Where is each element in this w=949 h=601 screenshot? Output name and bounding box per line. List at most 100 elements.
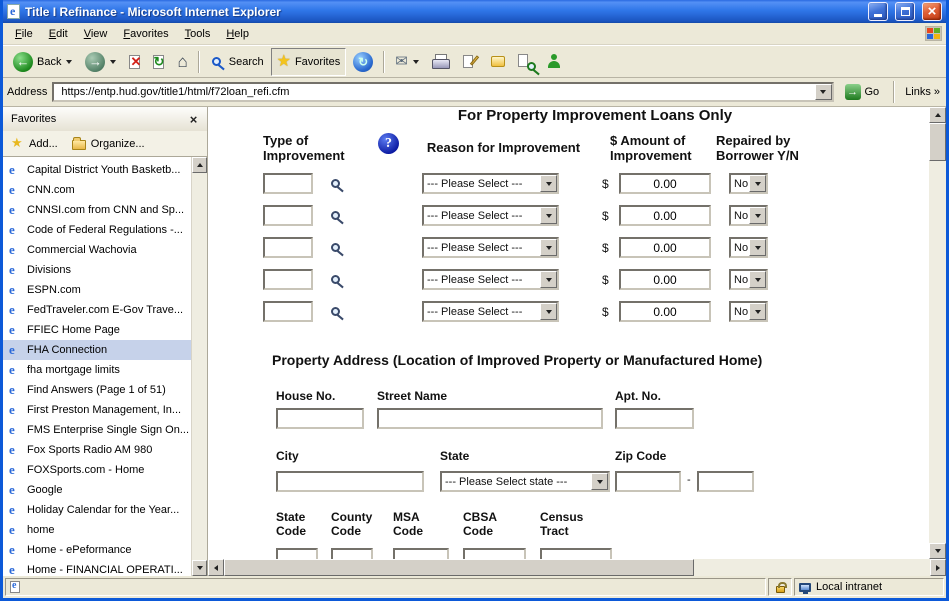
- chevron-down-icon[interactable]: [540, 303, 557, 320]
- scroll-up-button[interactable]: [929, 107, 946, 123]
- amount-input[interactable]: [619, 173, 711, 194]
- lookup-button[interactable]: [328, 270, 348, 290]
- amount-input[interactable]: [619, 301, 711, 322]
- repaired-select[interactable]: No: [729, 237, 768, 258]
- links-chevron[interactable]: »: [934, 86, 940, 98]
- research-button[interactable]: [512, 48, 540, 76]
- favorites-button[interactable]: Favorites: [271, 48, 347, 76]
- history-button[interactable]: [347, 48, 379, 76]
- stop-button[interactable]: [123, 48, 146, 76]
- reason-select[interactable]: --- Please Select ---: [422, 269, 559, 290]
- msa-code-input[interactable]: [393, 548, 449, 559]
- favorite-item[interactable]: Holiday Calendar for the Year...: [3, 500, 191, 520]
- help-icon[interactable]: [378, 133, 399, 154]
- address-input[interactable]: https://entp.hud.gov/title1/html/f72loan…: [52, 82, 833, 102]
- type-of-improvement-input[interactable]: [263, 269, 313, 290]
- minimize-button[interactable]: [868, 2, 888, 21]
- amount-input[interactable]: [619, 269, 711, 290]
- address-url[interactable]: https://entp.hud.gov/title1/html/f72loan…: [61, 86, 810, 98]
- favorite-item[interactable]: FedTraveler.com E-Gov Trave...: [3, 300, 191, 320]
- favorites-close-button[interactable]: [185, 111, 202, 127]
- chevron-down-icon[interactable]: [749, 239, 766, 256]
- go-button[interactable]: Go: [839, 78, 886, 106]
- favorite-item[interactable]: Find Answers (Page 1 of 51): [3, 380, 191, 400]
- menu-file[interactable]: File: [7, 25, 41, 43]
- forward-button[interactable]: [79, 48, 122, 76]
- favorite-item[interactable]: Google: [3, 480, 191, 500]
- repaired-select[interactable]: No: [729, 205, 768, 226]
- favorite-item[interactable]: Fox Sports Radio AM 980: [3, 440, 191, 460]
- chevron-down-icon[interactable]: [749, 207, 766, 224]
- vertical-scroll-thumb[interactable]: [929, 123, 946, 161]
- favorite-item-selected[interactable]: FHA Connection: [3, 340, 191, 360]
- search-button[interactable]: Search: [204, 48, 270, 76]
- reason-select[interactable]: --- Please Select ---: [422, 205, 559, 226]
- house-no-input[interactable]: [276, 408, 364, 429]
- favorite-item[interactable]: FOXSports.com - Home: [3, 460, 191, 480]
- mail-dropdown-icon[interactable]: [413, 60, 419, 64]
- amount-input[interactable]: [619, 205, 711, 226]
- type-of-improvement-input[interactable]: [263, 173, 313, 194]
- favorite-item[interactable]: Commercial Wachovia: [3, 240, 191, 260]
- favorite-item[interactable]: Capital District Youth Basketb...: [3, 160, 191, 180]
- favorite-item[interactable]: CNNSI.com from CNN and Sp...: [3, 200, 191, 220]
- lookup-button[interactable]: [328, 238, 348, 258]
- street-name-input[interactable]: [377, 408, 603, 429]
- lookup-button[interactable]: [328, 302, 348, 322]
- type-of-improvement-input[interactable]: [263, 205, 313, 226]
- reason-select[interactable]: --- Please Select ---: [422, 301, 559, 322]
- zip-code-input[interactable]: [615, 471, 681, 492]
- repaired-select[interactable]: No: [729, 173, 768, 194]
- horizontal-scrollbar[interactable]: [208, 559, 946, 576]
- amount-input[interactable]: [619, 237, 711, 258]
- address-dropdown-button[interactable]: [815, 84, 832, 100]
- chevron-down-icon[interactable]: [749, 271, 766, 288]
- menu-tools[interactable]: Tools: [177, 25, 219, 43]
- favorite-item[interactable]: First Preston Management, In...: [3, 400, 191, 420]
- chevron-down-icon[interactable]: [749, 175, 766, 192]
- city-input[interactable]: [276, 471, 424, 492]
- favorite-item[interactable]: ESPN.com: [3, 280, 191, 300]
- scroll-right-button[interactable]: [930, 559, 946, 576]
- vertical-scroll-track[interactable]: [929, 161, 946, 543]
- favorite-item[interactable]: FMS Enterprise Single Sign On...: [3, 420, 191, 440]
- chevron-down-icon[interactable]: [749, 303, 766, 320]
- back-dropdown-icon[interactable]: [66, 60, 72, 64]
- menu-view[interactable]: View: [76, 25, 116, 43]
- favorite-item[interactable]: Home - ePeformance: [3, 540, 191, 560]
- apt-no-input[interactable]: [615, 408, 694, 429]
- census-tract-input[interactable]: [540, 548, 612, 559]
- refresh-button[interactable]: [147, 48, 170, 76]
- organize-favorites-button[interactable]: Organize...: [72, 137, 145, 150]
- scroll-up-button[interactable]: [192, 157, 207, 173]
- discuss-button[interactable]: [485, 48, 511, 76]
- state-select[interactable]: --- Please Select state ---: [440, 471, 610, 492]
- favorite-item[interactable]: fha mortgage limits: [3, 360, 191, 380]
- chevron-down-icon[interactable]: [540, 271, 557, 288]
- mail-button[interactable]: [389, 48, 425, 76]
- menu-edit[interactable]: Edit: [41, 25, 76, 43]
- favorite-item[interactable]: FFIEC Home Page: [3, 320, 191, 340]
- scroll-down-button[interactable]: [192, 560, 207, 576]
- scroll-left-button[interactable]: [208, 559, 224, 576]
- links-bar[interactable]: Links »: [903, 86, 942, 98]
- favorite-item[interactable]: CNN.com: [3, 180, 191, 200]
- repaired-select[interactable]: No: [729, 301, 768, 322]
- close-button[interactable]: [922, 2, 942, 21]
- favorite-item[interactable]: Home - FINANCIAL OPERATI...: [3, 560, 191, 576]
- repaired-select[interactable]: No: [729, 269, 768, 290]
- vertical-scrollbar[interactable]: [929, 107, 946, 559]
- reason-select[interactable]: --- Please Select ---: [422, 173, 559, 194]
- horizontal-scroll-thumb[interactable]: [224, 559, 694, 576]
- favorite-item[interactable]: Divisions: [3, 260, 191, 280]
- chevron-down-icon[interactable]: [591, 473, 608, 490]
- print-button[interactable]: [426, 48, 455, 76]
- edit-button[interactable]: [456, 48, 484, 76]
- forward-dropdown-icon[interactable]: [110, 60, 116, 64]
- chevron-down-icon[interactable]: [540, 239, 557, 256]
- state-code-input[interactable]: [276, 548, 318, 559]
- cbsa-code-input[interactable]: [463, 548, 526, 559]
- home-button[interactable]: [171, 48, 193, 76]
- back-button[interactable]: Back: [7, 48, 78, 76]
- zip-plus4-input[interactable]: [697, 471, 754, 492]
